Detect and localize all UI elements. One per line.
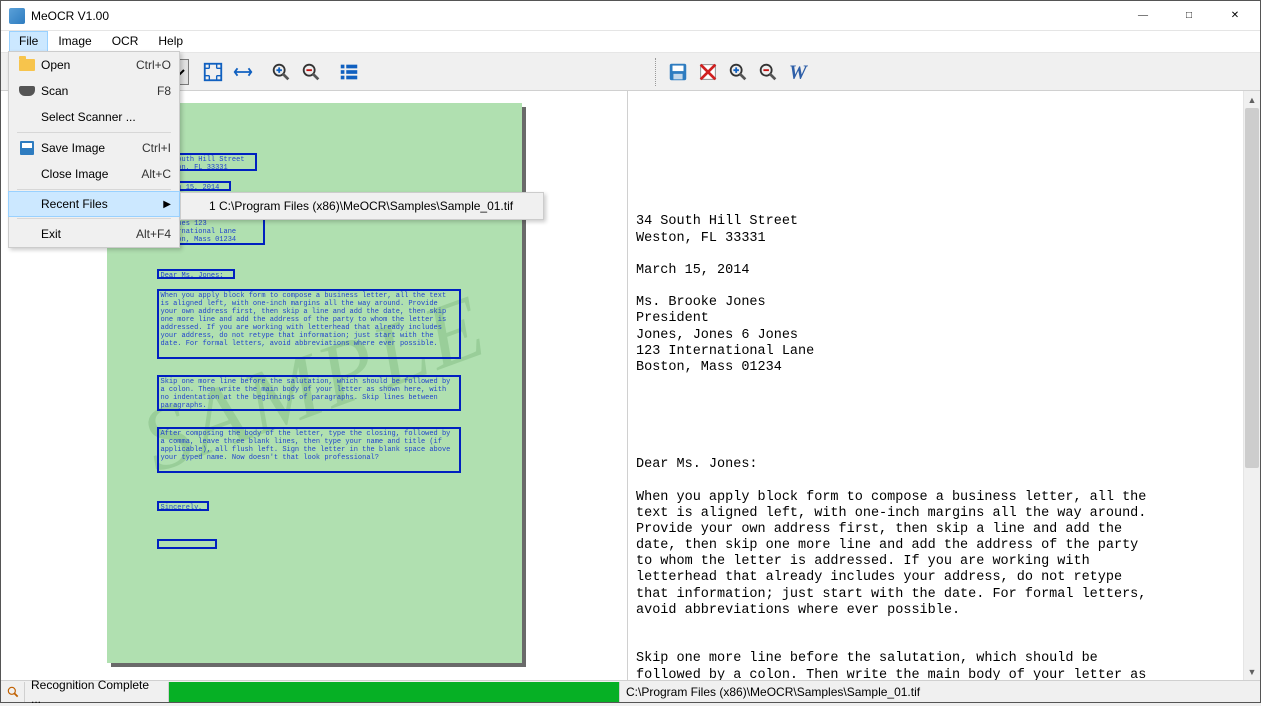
zoom-in-button[interactable] [267, 58, 295, 86]
zoom-out-text-button[interactable] [754, 58, 782, 86]
clear-text-button[interactable] [694, 58, 722, 86]
ocr-block-para3: After composing the body of the letter, … [157, 427, 461, 473]
status-file-path: C:\Program Files (x86)\MeOCR\Samples\Sam… [620, 685, 1260, 699]
menu-separator [17, 189, 171, 190]
app-icon [9, 8, 25, 24]
ocr-block-salutation: Dear Ms. Jones: [157, 269, 235, 279]
zoom-in-text-button[interactable] [724, 58, 752, 86]
word-export-button[interactable]: W [784, 58, 812, 86]
svg-text:W: W [789, 61, 809, 83]
status-message: Recognition Complete ... [25, 682, 169, 702]
workspace: SAMPLE 34 South Hill Street Weston, FL 3… [1, 91, 1260, 680]
menu-recent-files[interactable]: Recent Files ▶ 1 C:\Program Files (x86)\… [8, 191, 180, 217]
recent-files-submenu: 1 C:\Program Files (x86)\MeOCR\Samples\S… [180, 192, 544, 220]
ocr-block-signature [157, 539, 217, 549]
ocr-block-para1: When you apply block form to compose a b… [157, 289, 461, 359]
ocr-block-para2: Skip one more line before the salutation… [157, 375, 461, 411]
menu-scan[interactable]: Scan F8 [9, 78, 179, 104]
window-title: MeOCR V1.00 [31, 9, 1120, 23]
fit-page-button[interactable] [199, 58, 227, 86]
chevron-right-icon: ▶ [163, 199, 171, 210]
folder-icon [17, 57, 37, 73]
menu-save-image[interactable]: Save Image Ctrl+I [9, 135, 179, 161]
recent-file-1[interactable]: 1 C:\Program Files (x86)\MeOCR\Samples\S… [181, 193, 543, 219]
statusbar: Recognition Complete ... C:\Program File… [1, 680, 1260, 702]
maximize-button[interactable]: □ [1166, 1, 1212, 31]
save-text-button[interactable] [664, 58, 692, 86]
menu-help[interactable]: Help [148, 31, 193, 52]
ocr-text-output[interactable]: 34 South Hill Street Weston, FL 33331 Ma… [628, 91, 1243, 680]
menu-file[interactable]: File [9, 31, 48, 52]
save-icon [17, 140, 37, 156]
menu-select-scanner[interactable]: Select Scanner ... [9, 104, 179, 130]
menu-separator [17, 218, 171, 219]
scrollbar-thumb[interactable] [1245, 108, 1259, 468]
minimize-button[interactable]: — [1120, 1, 1166, 31]
status-icon [1, 682, 25, 702]
menu-image[interactable]: Image [48, 31, 101, 52]
menu-close-image[interactable]: Close Image Alt+C [9, 161, 179, 187]
fit-width-button[interactable] [229, 58, 257, 86]
menu-separator [17, 132, 171, 133]
text-pane: 34 South Hill Street Weston, FL 33331 Ma… [628, 91, 1260, 680]
ocr-block-closing: Sincerely, [157, 501, 209, 511]
menu-ocr[interactable]: OCR [102, 31, 149, 52]
file-dropdown: Open Ctrl+O Scan F8 Select Scanner ... S… [8, 51, 180, 248]
zoom-out-button[interactable] [297, 58, 325, 86]
vertical-scrollbar[interactable]: ▲ ▼ [1243, 91, 1260, 680]
scanner-icon [17, 83, 37, 99]
toolbar: W [1, 53, 1260, 91]
menubar: File Image OCR Help [1, 31, 1260, 53]
titlebar: MeOCR V1.00 — □ ✕ [1, 1, 1260, 31]
close-button[interactable]: ✕ [1212, 1, 1258, 31]
menu-exit[interactable]: Exit Alt+F4 [9, 221, 179, 247]
list-button[interactable] [335, 58, 363, 86]
menu-open[interactable]: Open Ctrl+O [9, 52, 179, 78]
scroll-down-icon[interactable]: ▼ [1244, 663, 1260, 680]
scroll-up-icon[interactable]: ▲ [1244, 91, 1260, 108]
status-progress-bar [169, 682, 620, 702]
